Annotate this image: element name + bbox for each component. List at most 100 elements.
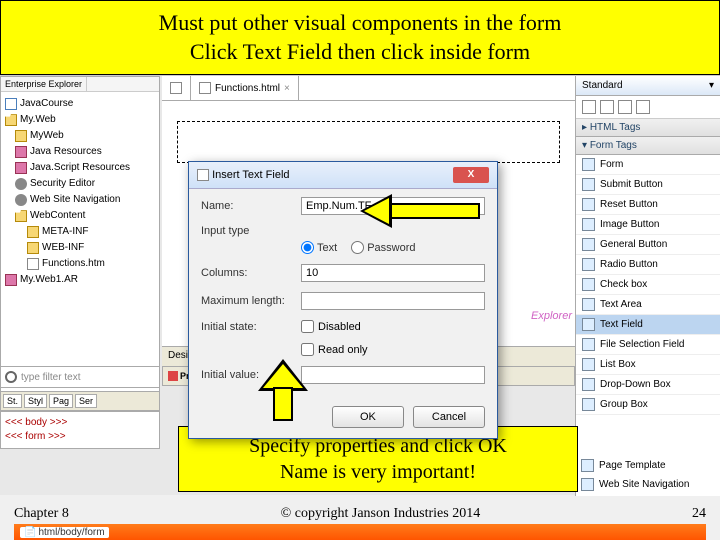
explorer-tab[interactable]: Enterprise Explorer (1, 77, 87, 91)
slide-footer: Chapter 8 © copyright Janson Industries … (0, 500, 720, 540)
radio-password-input[interactable] (351, 241, 364, 254)
section-form-tags[interactable]: ▾ Form Tags (576, 137, 720, 155)
palette-item-textarea[interactable]: Text Area (576, 295, 720, 315)
palette-item-pagetemplate[interactable]: Page Template (575, 456, 720, 475)
reset-icon (582, 198, 595, 211)
style-tab[interactable]: St. (3, 394, 22, 408)
palette-item-checkbox[interactable]: Check box (576, 275, 720, 295)
instruction-banner-top: Must put other visual components in the … (0, 0, 720, 75)
palette-item-groupbox[interactable]: Group Box (576, 395, 720, 415)
enterprise-explorer-panel: Enterprise Explorer JavaCourse My.Web My… (0, 76, 160, 416)
tree-item[interactable]: My.Web1.AR (3, 272, 157, 288)
banner-line2: Click Text Field then click inside form (13, 38, 707, 67)
template-icon (581, 459, 594, 472)
checkbox-disabled[interactable]: Disabled (301, 320, 361, 333)
section-html-tags[interactable]: ▸ HTML Tags (576, 119, 720, 137)
tree-item[interactable]: Functions.htm (3, 256, 157, 272)
jar-icon (15, 162, 27, 174)
palette-icon[interactable] (636, 100, 650, 114)
palette-item-submit[interactable]: Submit Button (576, 175, 720, 195)
chevron-down-icon[interactable]: ▾ (709, 80, 714, 91)
ok-button[interactable]: OK (332, 406, 404, 428)
checkbox-icon (582, 278, 595, 291)
radio-text[interactable]: Text (301, 241, 337, 254)
form-dashed-area[interactable] (177, 121, 560, 163)
editor-tab[interactable] (162, 76, 191, 100)
search-icon (5, 371, 17, 383)
nav-icon (581, 478, 594, 491)
file-icon (582, 338, 595, 351)
list-icon (582, 358, 595, 371)
textfield-icon (582, 318, 595, 331)
palette-icon[interactable] (618, 100, 632, 114)
file-icon (199, 82, 211, 94)
name-label: Name: (201, 200, 301, 212)
dialog-icon (197, 169, 209, 181)
image-button-icon (582, 218, 595, 231)
palette-item-reset[interactable]: Reset Button (576, 195, 720, 215)
close-icon[interactable]: × (284, 83, 290, 94)
tree-item[interactable]: My.Web (3, 112, 157, 128)
folder-icon (15, 130, 27, 142)
palette-item-dropdown[interactable]: Drop-Down Box (576, 375, 720, 395)
palette-icon[interactable] (582, 100, 596, 114)
tree-item[interactable]: Security Editor (3, 176, 157, 192)
banner-line1: Must put other visual components in the … (13, 9, 707, 38)
tree-item[interactable]: Java.Script Resources (3, 160, 157, 176)
palette-item-general-button[interactable]: General Button (576, 235, 720, 255)
ser-tab[interactable]: Ser (75, 394, 97, 408)
tree-item[interactable]: META-INF (3, 224, 157, 240)
palette-item-webnav[interactable]: Web Site Navigation (575, 475, 720, 494)
problems-icon (168, 371, 178, 381)
radio-password[interactable]: Password (351, 241, 415, 254)
columns-label: Columns: (201, 267, 301, 279)
palette-icon[interactable] (600, 100, 614, 114)
submit-icon (582, 178, 595, 191)
folder-icon (27, 242, 39, 254)
palette-label: Standard (582, 80, 623, 91)
filter-input[interactable]: type filter text (21, 372, 80, 383)
cog-icon (15, 178, 27, 190)
file-icon (170, 82, 182, 94)
palette-item-form[interactable]: Form (576, 155, 720, 175)
footer-pagenum: 24 (692, 506, 706, 522)
maxlen-label: Maximum length: (201, 295, 301, 307)
tree-item[interactable]: Java Resources (3, 144, 157, 160)
palette-item-radio[interactable]: Radio Button (576, 255, 720, 275)
outline-item[interactable]: <<< body >>> (5, 416, 155, 430)
jar-icon (5, 274, 17, 286)
groupbox-icon (582, 398, 595, 411)
outline-item[interactable]: <<< form >>> (5, 430, 155, 444)
folder-icon (27, 226, 39, 238)
folder-icon (15, 210, 27, 222)
palette-lower: Page Template Web Site Navigation (575, 456, 720, 494)
pag-tab[interactable]: Pag (49, 394, 73, 408)
palette-item-image-button[interactable]: Image Button (576, 215, 720, 235)
breadcrumb-path[interactable]: 📄 html/body/form (20, 527, 109, 538)
tree-item[interactable]: WebContent (3, 208, 157, 224)
columns-input[interactable] (301, 264, 485, 282)
radio-icon (582, 258, 595, 271)
banner-mid-line2: Name is very important! (189, 459, 567, 485)
editor-tab-functions[interactable]: Functions.html× (191, 76, 299, 100)
styl-tab[interactable]: Styl (24, 394, 47, 408)
initstate-label: Initial state: (201, 321, 301, 333)
tree-item[interactable]: Web Site Navigation (3, 192, 157, 208)
cancel-button[interactable]: Cancel (413, 406, 485, 428)
radio-text-input[interactable] (301, 241, 314, 254)
checkbox-readonly[interactable]: Read only (301, 343, 368, 356)
button-icon (582, 238, 595, 251)
tree-item[interactable]: WEB-INF (3, 240, 157, 256)
close-button[interactable]: X (453, 167, 489, 183)
maxlen-input[interactable] (301, 292, 485, 310)
palette-item-fileselect[interactable]: File Selection Field (576, 335, 720, 355)
tree-item[interactable]: MyWeb (3, 128, 157, 144)
initval-input[interactable] (301, 366, 485, 384)
ide-workspace: Enterprise Explorer JavaCourse My.Web My… (0, 75, 720, 495)
palette-item-textfield[interactable]: Text Field (576, 315, 720, 335)
callout-arrow-initval (258, 359, 308, 421)
palette-item-listbox[interactable]: List Box (576, 355, 720, 375)
palette-panel: Standard ▾ ▸ HTML Tags ▾ Form Tags Form … (575, 76, 720, 496)
palette-quick-icons (576, 96, 720, 119)
tree-item[interactable]: JavaCourse (3, 96, 157, 112)
